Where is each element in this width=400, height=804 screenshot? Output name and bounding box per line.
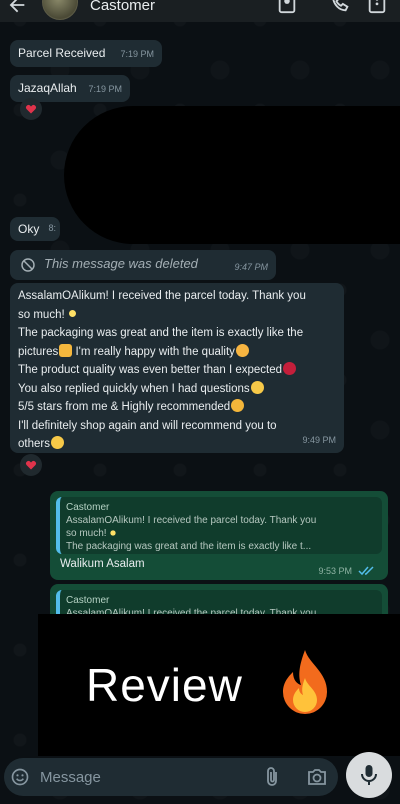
ban-icon [21, 258, 35, 272]
review-line: pictures I'm really happy with the quali… [18, 343, 336, 362]
message-time: 9:47 PM [234, 262, 268, 272]
emoji-sticker-icon[interactable] [10, 767, 30, 787]
review-overlay: Review [38, 614, 400, 756]
deleted-text: This message was deleted [44, 256, 198, 271]
contact-card-icon[interactable] [276, 0, 298, 14]
add-call-icon[interactable] [330, 0, 352, 14]
quoted-message[interactable]: Castomer AssalamOAlikum! I received the … [56, 497, 382, 554]
message-text: JazaqAllah [18, 81, 77, 95]
quoted-sender: Castomer [66, 595, 110, 606]
reaction-heart[interactable] [20, 98, 42, 120]
more-vert-icon[interactable] [366, 0, 388, 14]
reply-text: Walikum Asalam [60, 558, 145, 570]
review-line: The packaging was great and the item is … [18, 327, 304, 339]
message-time: 8: [48, 223, 56, 233]
fire-icon [283, 650, 327, 714]
attachment-icon[interactable] [262, 766, 282, 788]
message-time: 7:19 PM [88, 84, 122, 94]
review-line: others [18, 435, 336, 454]
partying-face-icon [231, 399, 245, 412]
red-heart-icon [283, 362, 297, 375]
review-message[interactable]: AssalamOAlikum! I received the parcel to… [10, 283, 344, 453]
message-bubble[interactable]: Parcel Received 7:19 PM [10, 40, 162, 67]
review-line: AssalamOAlikum! I received the parcel to… [18, 290, 306, 302]
red-heart-icon [26, 461, 36, 470]
quoted-text: The packaging was great and the item is … [66, 541, 312, 552]
microphone-icon [361, 765, 377, 785]
contact-name[interactable]: Castomer [90, 0, 155, 14]
reaction-heart[interactable] [20, 454, 42, 476]
message-input[interactable] [40, 767, 240, 787]
thumbs-up-icon [59, 343, 73, 357]
sparkles-icon [107, 528, 118, 538]
sparkles-icon [65, 306, 79, 320]
smiling-face-icon [50, 436, 64, 449]
message-time: 7:19 PM [120, 49, 154, 59]
message-composer [4, 758, 338, 796]
quoted-text: AssalamOAlikum! I received the parcel to… [66, 515, 317, 526]
review-line: 5/5 stars from me & Highly recommended [18, 398, 336, 417]
read-ticks-icon [358, 566, 374, 576]
chat-header: Castomer [0, 0, 400, 22]
message-text: Parcel Received [18, 46, 106, 60]
voice-message-button[interactable] [346, 752, 392, 798]
smiling-face-icon [250, 380, 264, 394]
quoted-text: so much! [66, 527, 376, 540]
reply-message[interactable]: Castomer AssalamOAlikum! I received the … [50, 491, 388, 580]
back-arrow-icon[interactable] [6, 0, 28, 16]
redaction-block [64, 106, 400, 244]
review-line: so much! [18, 306, 336, 325]
quoted-sender: Castomer [66, 502, 110, 513]
overlay-title: Review [86, 659, 243, 711]
review-line: The product quality was even better than… [18, 361, 336, 380]
review-line: I'll definitely shop again and will reco… [18, 419, 277, 432]
avatar[interactable] [42, 0, 78, 20]
smiling-face-with-hearts-icon [235, 343, 249, 357]
message-time: 9:53 PM [318, 566, 352, 576]
message-bubble[interactable]: Oky 8: [10, 217, 60, 241]
red-heart-icon [26, 105, 36, 114]
message-time: 9:49 PM [302, 434, 336, 445]
message-text: Oky [18, 222, 40, 236]
camera-icon[interactable] [306, 767, 328, 787]
deleted-message[interactable]: This message was deleted 9:47 PM [10, 250, 276, 280]
review-line: You also replied quickly when I had ques… [18, 380, 336, 399]
